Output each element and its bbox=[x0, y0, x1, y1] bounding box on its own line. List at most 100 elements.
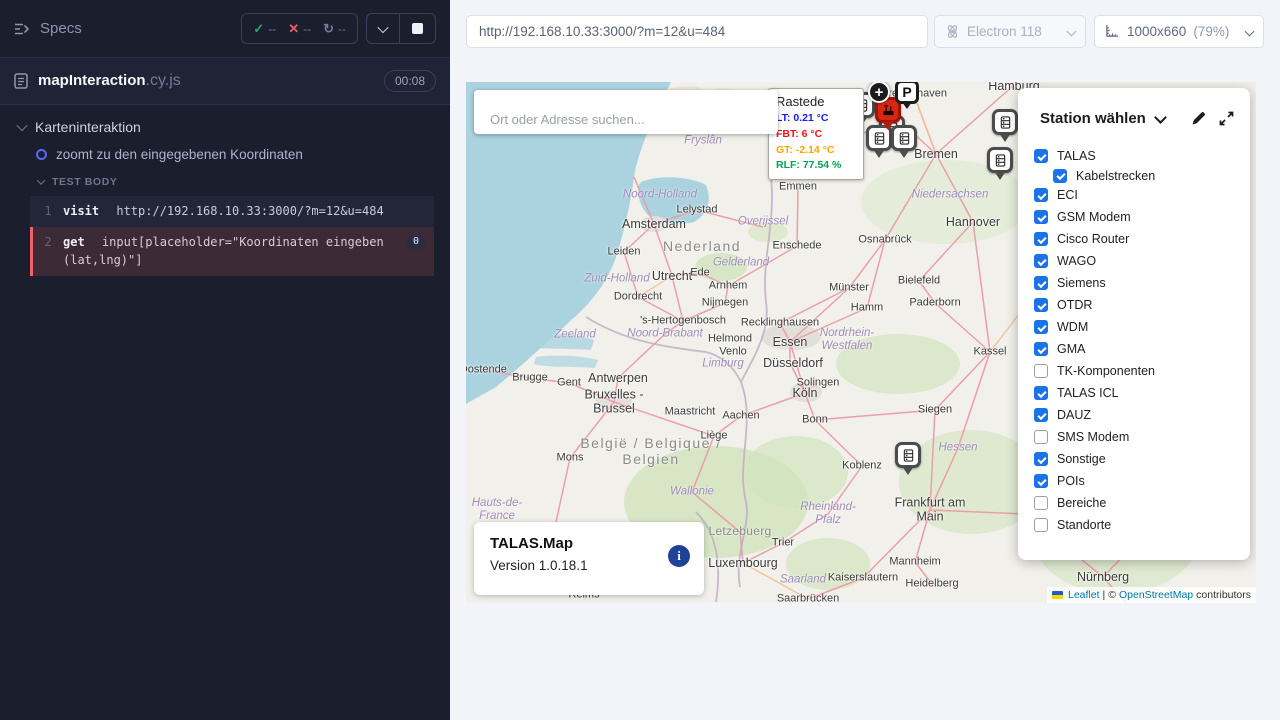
station-tooltip: Rastede LT: 0.21 °CFBT: 6 °CGT: -2.14 °C… bbox=[768, 88, 864, 180]
geosearch-box bbox=[474, 90, 778, 134]
test-body-section[interactable]: TEST BODY bbox=[0, 162, 450, 196]
spec-file-icon bbox=[14, 73, 28, 89]
checkbox[interactable] bbox=[1034, 452, 1048, 466]
layer-checkbox-row[interactable]: Standorte bbox=[1034, 514, 1234, 536]
checkbox[interactable] bbox=[1034, 320, 1048, 334]
spec-name: mapInteraction bbox=[38, 72, 146, 89]
checkbox[interactable] bbox=[1034, 386, 1048, 400]
layer-label: POIs bbox=[1057, 474, 1085, 488]
layer-checkbox-row[interactable]: Sonstige bbox=[1034, 448, 1234, 470]
edit-pencil-icon[interactable] bbox=[1191, 111, 1206, 126]
layer-checkbox-row[interactable]: ECI bbox=[1034, 184, 1234, 206]
layer-checkbox-row[interactable]: TALAS ICL bbox=[1034, 382, 1234, 404]
station-marker-head bbox=[895, 442, 921, 468]
pending-count: -- bbox=[338, 22, 346, 36]
layer-checkbox-row[interactable]: SMS Modem bbox=[1034, 426, 1234, 448]
checkbox[interactable] bbox=[1034, 149, 1048, 163]
layer-label: Cisco Router bbox=[1057, 232, 1129, 246]
ukraine-flag-icon bbox=[1052, 591, 1063, 599]
layer-label: ECI bbox=[1057, 188, 1078, 202]
command-row[interactable]: 1 visit http://192.168.10.33:3000/?m=12&… bbox=[30, 196, 434, 227]
stop-button[interactable] bbox=[399, 14, 435, 43]
chevron-down-icon bbox=[1067, 26, 1077, 36]
checkbox[interactable] bbox=[1034, 364, 1048, 378]
browser-selector[interactable]: Electron 118 bbox=[934, 15, 1086, 48]
chevron-down-icon bbox=[377, 21, 388, 32]
cluster-plus-marker[interactable]: + bbox=[868, 82, 890, 103]
viewport-icon bbox=[1105, 24, 1120, 38]
checkbox[interactable] bbox=[1034, 210, 1048, 224]
attribution-separator: | bbox=[1103, 589, 1106, 601]
viewport-size: 1000x660 bbox=[1127, 24, 1186, 39]
checkbox[interactable] bbox=[1034, 518, 1048, 532]
layer-label: Sonstige bbox=[1057, 452, 1106, 466]
layer-checkbox-row[interactable]: WAGO bbox=[1034, 250, 1234, 272]
checkbox[interactable] bbox=[1034, 342, 1048, 356]
layer-checkbox-row[interactable]: Bereiche bbox=[1034, 492, 1234, 514]
checkbox[interactable] bbox=[1034, 188, 1048, 202]
osm-link[interactable]: OpenStreetMap bbox=[1119, 589, 1193, 601]
station-panel-title-button[interactable]: Station wählen bbox=[1040, 110, 1165, 127]
layer-label: TALAS bbox=[1057, 149, 1096, 163]
layer-checkbox-row[interactable]: GMA bbox=[1034, 338, 1234, 360]
viewport-selector[interactable]: 1000x660 (79%) bbox=[1094, 15, 1264, 48]
command-args: input[placeholder="Koordinaten eingeben … bbox=[63, 235, 384, 268]
checkbox[interactable] bbox=[1034, 298, 1048, 312]
layer-label: SMS Modem bbox=[1057, 430, 1129, 444]
chevron-down-icon bbox=[1154, 111, 1167, 124]
layer-checkbox-row[interactable]: GSM Modem bbox=[1034, 206, 1234, 228]
passed-icon: ✓ bbox=[253, 21, 264, 37]
checkbox[interactable] bbox=[1034, 496, 1048, 510]
station-marker-tail bbox=[882, 121, 894, 130]
collapse-button[interactable] bbox=[367, 14, 399, 43]
layer-checkbox-row[interactable]: Cisco Router bbox=[1034, 228, 1234, 250]
layer-label: Bereiche bbox=[1057, 496, 1106, 510]
spec-timer: 00:08 bbox=[384, 70, 436, 92]
layer-checkbox-row[interactable]: Siemens bbox=[1034, 272, 1234, 294]
checkbox[interactable] bbox=[1034, 408, 1048, 422]
specs-menu[interactable]: Specs bbox=[14, 20, 82, 37]
layer-label: Siemens bbox=[1057, 276, 1106, 290]
test-running-icon bbox=[36, 149, 47, 160]
failed-icon: ✕ bbox=[288, 21, 299, 37]
checkbox[interactable] bbox=[1053, 169, 1067, 183]
checkbox[interactable] bbox=[1034, 276, 1048, 290]
specs-list-icon bbox=[14, 22, 30, 36]
rack-icon bbox=[994, 154, 1007, 167]
passed-count: -- bbox=[268, 22, 276, 36]
layer-checkbox-row[interactable]: Kabelstrecken bbox=[1053, 167, 1234, 184]
expand-icon[interactable] bbox=[1219, 111, 1234, 126]
command-method: get bbox=[63, 235, 85, 249]
layer-checkbox-row[interactable]: TALAS bbox=[1034, 145, 1234, 167]
parking-marker[interactable]: P bbox=[895, 82, 919, 104]
checkbox[interactable] bbox=[1034, 232, 1048, 246]
layer-checkbox-row[interactable]: TK-Komponenten bbox=[1034, 360, 1234, 382]
station-marker-head bbox=[987, 147, 1013, 173]
spec-extension: .cy.js bbox=[146, 72, 181, 89]
test-stats: ✓-- ✕-- ↻-- bbox=[241, 13, 358, 44]
leaflet-link[interactable]: Leaflet bbox=[1068, 589, 1100, 601]
sensor-reading: LT: 0.21 °C bbox=[776, 111, 856, 127]
spec-row[interactable]: mapInteraction.cy.js 00:08 bbox=[0, 58, 450, 105]
command-row[interactable]: 2 get input[placeholder="Koordinaten ein… bbox=[30, 227, 434, 276]
command-number: 1 bbox=[33, 202, 63, 221]
layer-checkbox-row[interactable]: POIs bbox=[1034, 470, 1234, 492]
specs-label: Specs bbox=[40, 20, 82, 37]
suite-row[interactable]: Karteninteraktion bbox=[0, 105, 450, 135]
map-canvas[interactable]: FryslânNoord-HollandOverijsselGelderland… bbox=[466, 82, 1256, 603]
layer-label: OTDR bbox=[1057, 298, 1092, 312]
search-input[interactable] bbox=[474, 90, 778, 134]
layer-checkbox-row[interactable]: DAUZ bbox=[1034, 404, 1234, 426]
layer-label: TK-Komponenten bbox=[1057, 364, 1155, 378]
checkbox[interactable] bbox=[1034, 474, 1048, 488]
electron-icon bbox=[945, 24, 960, 39]
layer-checkbox-row[interactable]: OTDR bbox=[1034, 294, 1234, 316]
checkbox[interactable] bbox=[1034, 254, 1048, 268]
attribution-suffix: contributors bbox=[1196, 589, 1251, 601]
checkbox[interactable] bbox=[1034, 430, 1048, 444]
layer-checkbox-row[interactable]: WDM bbox=[1034, 316, 1234, 338]
info-icon[interactable]: i bbox=[668, 545, 690, 567]
test-row[interactable]: zoomt zu den eingegebenen Koordinaten bbox=[0, 135, 450, 162]
url-bar[interactable]: http://192.168.10.33:3000/?m=12&u=484 bbox=[466, 15, 928, 48]
sensor-reading: RLF: 77.54 % bbox=[776, 158, 856, 174]
